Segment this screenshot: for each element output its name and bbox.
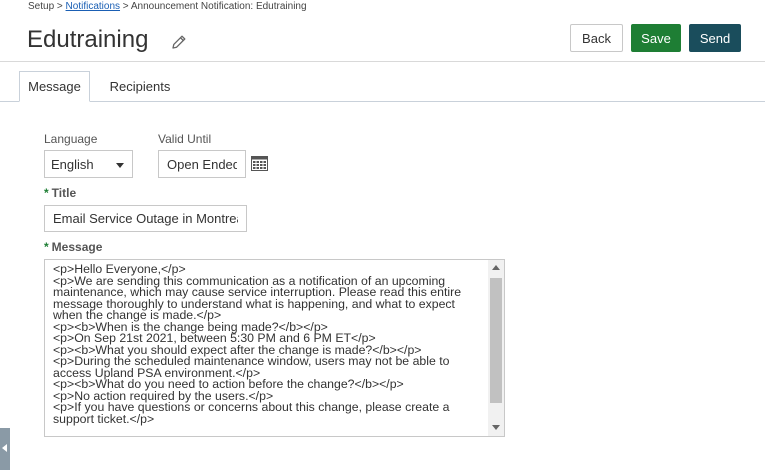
pencil-icon[interactable] xyxy=(170,33,188,51)
language-label: Language xyxy=(44,132,98,146)
title-field[interactable] xyxy=(44,205,247,232)
send-button[interactable]: Send xyxy=(689,24,741,52)
valid-until-field[interactable] xyxy=(158,150,246,178)
tab-recipients[interactable]: Recipients xyxy=(100,71,180,102)
back-button[interactable]: Back xyxy=(570,24,623,52)
tab-message[interactable]: Message xyxy=(19,71,90,102)
breadcrumb-link-notifications[interactable]: Notifications xyxy=(66,1,120,12)
message-label: * Message xyxy=(44,240,102,254)
header-divider xyxy=(0,61,765,62)
required-marker: * xyxy=(44,240,49,254)
message-textarea[interactable]: <p>Hello Everyone,</p> <p>We are sending… xyxy=(44,259,505,437)
breadcrumb-separator: > xyxy=(54,1,66,12)
side-panel-toggle[interactable] xyxy=(0,428,10,470)
scroll-down-icon[interactable] xyxy=(492,425,500,430)
title-label: * Title xyxy=(44,186,76,200)
message-label-text: Message xyxy=(51,240,103,254)
message-scrollbar[interactable] xyxy=(488,260,504,436)
page-title: Edutraining xyxy=(27,26,149,53)
chevron-left-icon xyxy=(2,444,7,452)
valid-until-label: Valid Until xyxy=(158,132,212,146)
breadcrumb-separator: > xyxy=(120,1,131,12)
save-button[interactable]: Save xyxy=(631,24,681,52)
breadcrumb-setup: Setup xyxy=(28,1,55,12)
scrollbar-thumb[interactable] xyxy=(490,278,502,403)
language-selected-value: English xyxy=(51,157,94,172)
title-label-text: Title xyxy=(51,186,77,200)
scroll-up-icon[interactable] xyxy=(492,265,500,270)
calendar-icon[interactable] xyxy=(251,155,268,171)
language-select[interactable]: English xyxy=(44,150,133,178)
required-marker: * xyxy=(44,186,49,200)
breadcrumb-current: Announcement Notification: Edutraining xyxy=(130,1,307,12)
message-content[interactable]: <p>Hello Everyone,</p> <p>We are sending… xyxy=(53,263,483,425)
chevron-down-icon xyxy=(116,163,124,168)
breadcrumb: Setup > Notifications > Announcement Not… xyxy=(28,1,307,12)
